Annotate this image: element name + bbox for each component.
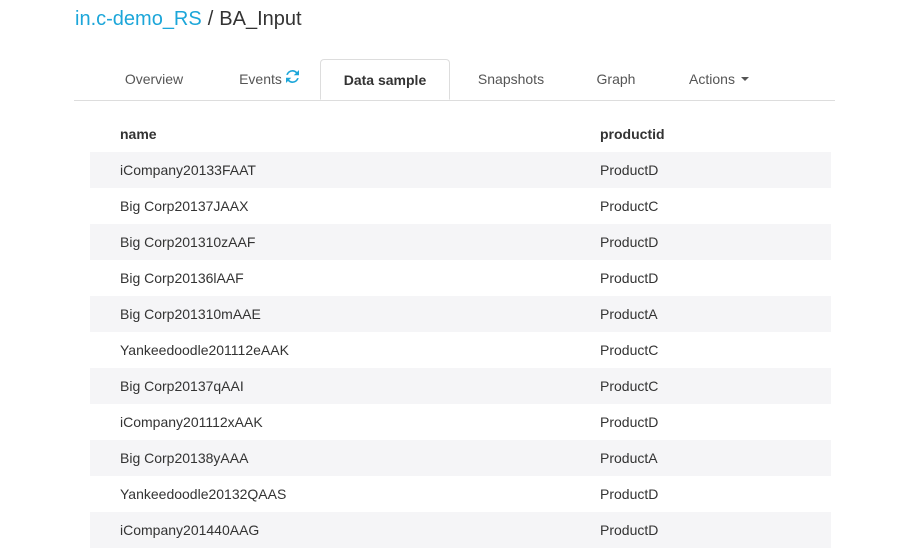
tab-bar: Overview Events Data sample Snapshots Gr… [74, 59, 835, 101]
cell-name: Big Corp201310mAAE [120, 306, 261, 322]
cell-productid: ProductD [600, 162, 659, 178]
cell-productid: ProductD [600, 234, 659, 250]
cell-productid: ProductD [600, 270, 659, 286]
breadcrumb: in.c-demo_RS / BA_Input [75, 6, 302, 32]
cell-name: Yankeedoodle20132QAAS [120, 486, 287, 502]
cell-productid: ProductA [600, 306, 658, 322]
table-row: iCompany20133FAAT ProductD [90, 152, 831, 188]
column-header-productid: productid [600, 126, 665, 142]
cell-name: Yankeedoodle201112eAAK [120, 342, 289, 358]
data-sample-table: name productid iCompany20133FAAT ProductD… [90, 116, 831, 548]
tab-data-sample-label: Data sample [343, 72, 427, 88]
table-row: Big Corp20137qAAI ProductC [90, 368, 831, 404]
table-row: iCompany201440AAG ProductD [90, 512, 831, 548]
tab-events[interactable]: Events [216, 59, 322, 100]
breadcrumb-table-name: BA_Input [219, 8, 302, 30]
cell-productid: ProductD [600, 486, 659, 502]
tab-data-sample[interactable]: Data sample [320, 59, 450, 100]
tab-snapshots-label: Snapshots [477, 71, 545, 87]
cell-productid: ProductD [600, 414, 659, 430]
cell-name: Big Corp201310zAAF [120, 234, 256, 250]
caret-down-icon [740, 77, 749, 82]
cell-name: iCompany201112xAAK [120, 414, 263, 430]
cell-name: Big Corp20137JAAX [120, 198, 249, 214]
tab-snapshots[interactable]: Snapshots [462, 59, 560, 100]
cell-name: Big Corp20137qAAI [120, 378, 244, 394]
table-row: Big Corp20138yAAA ProductA [90, 440, 831, 476]
cell-productid: ProductC [600, 198, 659, 214]
table-row: Big Corp20136lAAF ProductD [90, 260, 831, 296]
cell-name: Big Corp20136lAAF [120, 270, 244, 286]
cell-productid: ProductD [600, 522, 659, 538]
tab-overview[interactable]: Overview [92, 59, 216, 100]
cell-name: Big Corp20138yAAA [120, 450, 249, 466]
tab-actions-dropdown[interactable]: Actions [674, 59, 764, 100]
column-header-name: name [120, 126, 157, 142]
tab-events-label: Events [239, 71, 282, 87]
table-row: Yankeedoodle201112eAAK ProductC [90, 332, 831, 368]
table-body: iCompany20133FAAT ProductD Big Corp20137JA… [90, 152, 831, 548]
breadcrumb-bucket-link[interactable]: in.c-demo_RS [75, 8, 202, 30]
table-row: Yankeedoodle20132QAAS ProductD [90, 476, 831, 512]
table-row: Big Corp20137JAAX ProductC [90, 188, 831, 224]
table-row: Big Corp201310zAAF ProductD [90, 224, 831, 260]
table-row: iCompany201112xAAK ProductD [90, 404, 831, 440]
refresh-icon[interactable] [285, 58, 299, 99]
tab-graph[interactable]: Graph [580, 59, 652, 100]
cell-productid: ProductC [600, 342, 659, 358]
tab-overview-label: Overview [124, 71, 184, 87]
cell-productid: ProductC [600, 378, 659, 394]
table-header: name productid [90, 116, 831, 152]
cell-productid: ProductA [600, 450, 658, 466]
table-detail-page: in.c-demo_RS / BA_Input Overview Events Da… [0, 0, 900, 554]
tab-graph-label: Graph [596, 71, 636, 87]
tab-actions-label: Actions [689, 71, 735, 87]
table-row: Big Corp201310mAAE ProductA [90, 296, 831, 332]
cell-name: iCompany20133FAAT [120, 162, 256, 178]
cell-name: iCompany201440AAG [120, 522, 260, 538]
breadcrumb-separator: / [207, 8, 214, 30]
